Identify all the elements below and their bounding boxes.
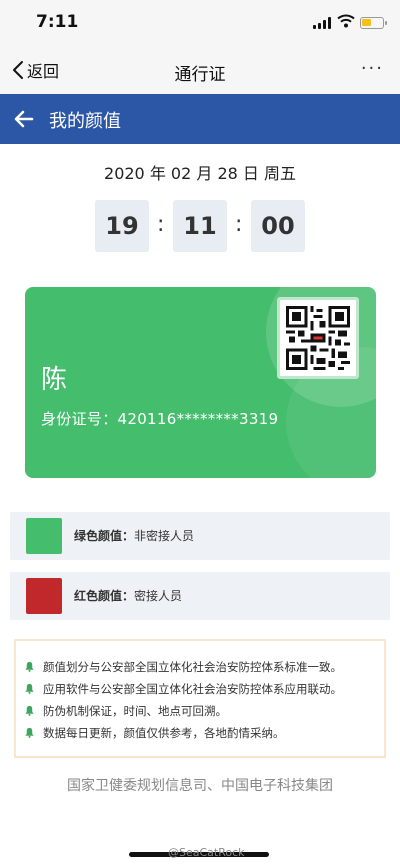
legend-red-desc: 密接人员 [134,589,183,603]
watermark: @SeaCatRock [168,846,245,859]
notice-item: 数据每日更新，颜值仅供参考，各地酌情采纳。 [24,725,285,741]
notice-item: 防伪机制保证，时间、地点可回溯。 [24,703,227,719]
legend-green-desc: 非密接人员 [134,529,195,543]
status-time: 7:11 [36,12,79,32]
clock-separator: : [157,212,165,237]
legend-green-label: 绿色颜值： [74,529,135,543]
green-swatch [26,518,62,554]
clock-hours: 19 [95,200,149,252]
qr-code[interactable] [277,297,359,379]
red-swatch [26,578,62,614]
notice-item: 应用软件与公安部全国立体化社会治安防控体系应用联动。 [24,681,342,697]
holder-name: 陈 [41,365,68,395]
page-title: 我的颜值 [49,111,121,132]
legend-red-text: 红色颜值：密接人员 [74,587,182,604]
bell-icon [25,683,34,694]
clock-minutes: 11 [173,200,227,252]
legend-red: 红色颜值：密接人员 [10,572,390,620]
date-text: 2020 年 02 月 28 日 周五 [104,164,296,183]
more-menu-button[interactable]: ··· [361,58,384,79]
health-code-card: 陈 身份证号：420116********3319 [25,287,376,478]
notice-item: 颜值划分与公安部全国立体化社会治安防控体系标准一致。 [24,659,342,675]
legend-red-label: 红色颜值： [74,589,135,603]
back-arrow-icon[interactable] [12,107,36,131]
nav-bar: 返回 通行证 ··· [0,46,400,94]
legend-green-text: 绿色颜值：非密接人员 [74,527,194,544]
signal-icon [313,17,333,29]
bell-icon [25,705,34,716]
notice-box: 颜值划分与公安部全国立体化社会治安防控体系标准一致。 应用软件与公安部全国立体化… [14,639,386,758]
nav-title: 通行证 [174,65,226,85]
id-label: 身份证号： [41,410,118,428]
id-value: 420116********3319 [117,410,279,428]
bell-icon [25,727,34,738]
battery-icon [360,17,387,29]
wifi-icon [337,14,355,28]
holder-id: 身份证号：420116********3319 [41,408,278,429]
app-header: 我的颜值 [0,94,400,144]
bell-icon [25,661,34,672]
footer-organization: 国家卫健委规划信息司、中国电子科技集团 [67,778,333,794]
clock-separator: : [235,212,243,237]
qr-code-icon [286,306,350,370]
legend-green: 绿色颜值：非密接人员 [10,512,390,560]
clock-seconds: 00 [251,200,305,252]
status-bar: 7:11 [0,0,400,46]
